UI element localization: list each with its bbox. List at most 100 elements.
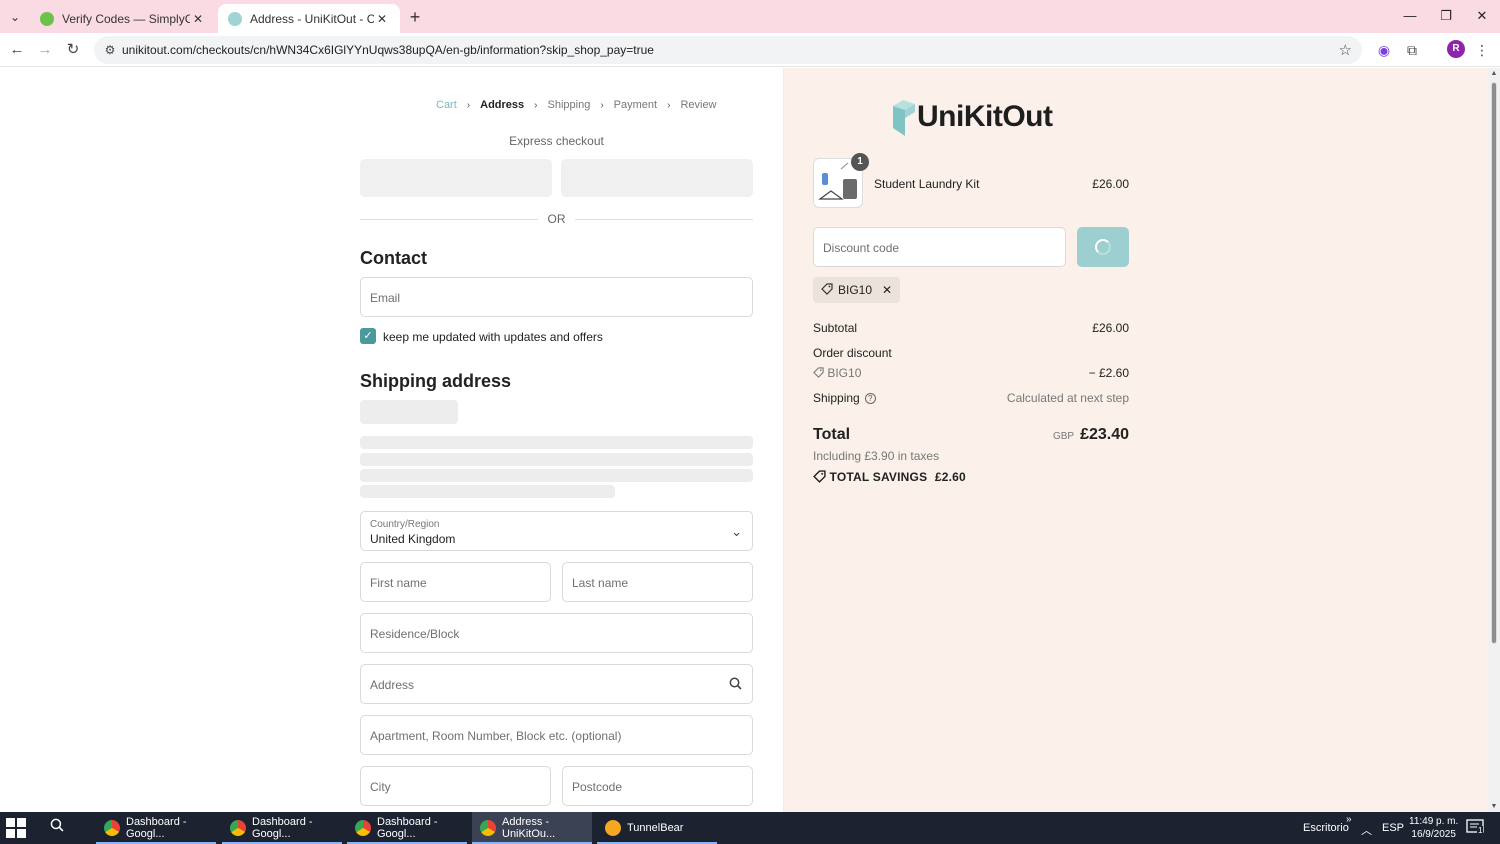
shipping-address-heading: Shipping address	[360, 371, 512, 391]
checkout-page: Cart › Address › Shipping › Payment › Re…	[0, 68, 1488, 812]
taskbar-item-chrome-2[interactable]: Dashboard - Googl...	[222, 812, 342, 844]
taskbar-item-label: TunnelBear	[627, 822, 684, 834]
total-label: Total	[813, 426, 851, 443]
extensions-puzzle-icon[interactable]: ⧉	[1402, 40, 1422, 60]
system-clock[interactable]: 11:49 p. m. 16/9/2025	[1409, 815, 1458, 841]
taskbar-item-chrome-active[interactable]: Address - UniKitOu...	[472, 812, 592, 844]
browser-menu-icon[interactable]: ⋮	[1472, 40, 1492, 60]
profile-avatar[interactable]: R	[1447, 40, 1465, 58]
taskbar-search-icon[interactable]	[46, 818, 68, 836]
apartment-field[interactable]: Apartment, Room Number, Block etc. (opti…	[360, 715, 753, 755]
first-name-field[interactable]: First name	[360, 562, 551, 602]
remove-discount-icon[interactable]: ✕	[882, 283, 892, 297]
postcode-placeholder: Postcode	[572, 780, 623, 794]
address-placeholder: Address	[370, 678, 415, 692]
address-field[interactable]: Address	[360, 664, 753, 704]
scroll-down-icon[interactable]: ▼	[1488, 803, 1500, 810]
newsletter-label: keep me updated with updates and offers	[383, 330, 603, 344]
logo-text: UniKitOut	[917, 100, 1053, 133]
chevron-right-icon: ›	[600, 99, 604, 111]
taskbar-item-chrome-1[interactable]: Dashboard - Googl...	[96, 812, 216, 844]
address-bar[interactable]: ⚙ unikitout.com/checkouts/cn/hWN34Cx6IGl…	[94, 36, 1362, 64]
city-field[interactable]: City	[360, 766, 551, 806]
breadcrumb-cart[interactable]: Cart	[436, 99, 457, 111]
chevron-down-icon: ⌄	[731, 524, 742, 539]
taskbar-item-label: Dashboard - Googl...	[126, 816, 187, 840]
taskbar-item-label: Address - UniKitOu...	[502, 816, 556, 840]
country-value: United Kingdom	[370, 532, 456, 546]
savings-value: £2.60	[934, 470, 966, 484]
double-chevron-icon[interactable]: »	[1346, 814, 1352, 825]
apartment-placeholder: Apartment, Room Number, Block etc. (opti…	[370, 729, 622, 743]
close-window-icon[interactable]: ✕	[1464, 4, 1500, 28]
windows-taskbar: Dashboard - Googl... Dashboard - Googl..…	[0, 812, 1500, 844]
close-tab-icon[interactable]: ✕	[190, 12, 206, 26]
reload-icon[interactable]: ↻	[61, 38, 85, 62]
discount-value: − £2.60	[1088, 366, 1129, 380]
unikitout-logo[interactable]: UniKitOut	[893, 98, 1053, 136]
restore-icon[interactable]: ❐	[1428, 4, 1464, 28]
country-label: Country/Region	[370, 519, 440, 530]
scrollbar-thumb[interactable]	[1491, 82, 1497, 644]
simplycodes-favicon-icon	[40, 11, 54, 26]
email-field[interactable]: Email	[360, 277, 753, 317]
notifications-icon[interactable]: 1	[1466, 819, 1484, 838]
apply-discount-button[interactable]	[1077, 227, 1129, 267]
clock-date: 16/9/2025	[1411, 829, 1456, 840]
extension-icon[interactable]: ◉	[1374, 40, 1394, 60]
product-name: Student Laundry Kit	[874, 177, 980, 191]
discount-code-input[interactable]: Discount code	[813, 227, 1066, 267]
windows-start-icon[interactable]	[6, 818, 28, 838]
help-icon[interactable]: ?	[864, 393, 876, 404]
first-name-placeholder: First name	[370, 576, 427, 590]
taskbar-item-label: Dashboard - Googl...	[252, 816, 313, 840]
currency-code: GBP	[1052, 431, 1075, 442]
taskbar-item-tunnelbear[interactable]: TunnelBear	[597, 812, 717, 844]
express-pay-button-1[interactable]	[360, 159, 552, 197]
last-name-field[interactable]: Last name	[562, 562, 753, 602]
chrome-icon	[480, 820, 496, 836]
close-tab-icon[interactable]: ✕	[374, 12, 390, 26]
tab-simplycodes[interactable]: Verify Codes — SimplyCodes ✕	[30, 4, 216, 33]
postcode-field[interactable]: Postcode	[562, 766, 753, 806]
country-select[interactable]: Country/Region United Kingdom ⌄	[360, 511, 753, 551]
tag-icon	[821, 282, 833, 298]
divider-line	[575, 219, 753, 220]
tab-search-icon[interactable]: ⌄	[4, 6, 26, 28]
back-icon[interactable]: ←	[5, 38, 29, 62]
url-text[interactable]: unikitout.com/checkouts/cn/hWN34Cx6IGlYY…	[122, 43, 654, 57]
new-tab-icon[interactable]: +	[404, 6, 426, 28]
express-pay-button-2[interactable]	[561, 159, 753, 197]
residence-field[interactable]: Residence/Block	[360, 613, 753, 653]
total-value: £23.40	[1080, 426, 1129, 443]
loading-skeleton	[360, 469, 753, 482]
minimize-icon[interactable]: —	[1392, 4, 1428, 28]
tray-chevron-up-icon[interactable]: ︿	[1361, 822, 1372, 838]
language-indicator[interactable]: ESP	[1382, 822, 1404, 834]
savings-label: TOTAL SAVINGS	[829, 470, 928, 484]
chrome-icon	[230, 820, 246, 836]
chevron-right-icon: ›	[534, 99, 538, 111]
discount-code-text: BIG10	[827, 366, 862, 380]
desktop-toolbar-label[interactable]: Escritorio	[1303, 822, 1349, 834]
unikitout-favicon-icon	[228, 11, 242, 26]
tag-icon	[813, 470, 830, 484]
quantity-badge: 1	[851, 153, 869, 171]
breadcrumb-address: Address	[480, 99, 525, 111]
discount-placeholder: Discount code	[823, 241, 900, 255]
scroll-up-icon[interactable]: ▲	[1488, 70, 1500, 77]
chrome-icon	[104, 820, 120, 836]
city-placeholder: City	[370, 780, 391, 794]
site-info-icon[interactable]: ⚙	[102, 42, 118, 58]
tab-unikitout-checkout[interactable]: Address - UniKitOut - Checkout ✕	[218, 4, 400, 33]
page-scrollbar[interactable]: ▲ ▼	[1488, 68, 1500, 812]
forward-icon[interactable]: →	[33, 38, 57, 62]
search-icon[interactable]	[729, 677, 742, 693]
tab-title: Verify Codes — SimplyCodes	[62, 11, 190, 26]
bookmark-star-icon[interactable]: ☆	[1339, 41, 1352, 59]
taskbar-item-chrome-3[interactable]: Dashboard - Googl...	[347, 812, 467, 844]
contact-heading: Contact	[360, 248, 427, 268]
loading-spinner-icon	[1095, 239, 1111, 255]
loading-skeleton	[360, 436, 753, 449]
newsletter-checkbox[interactable]: ✓	[360, 328, 376, 344]
